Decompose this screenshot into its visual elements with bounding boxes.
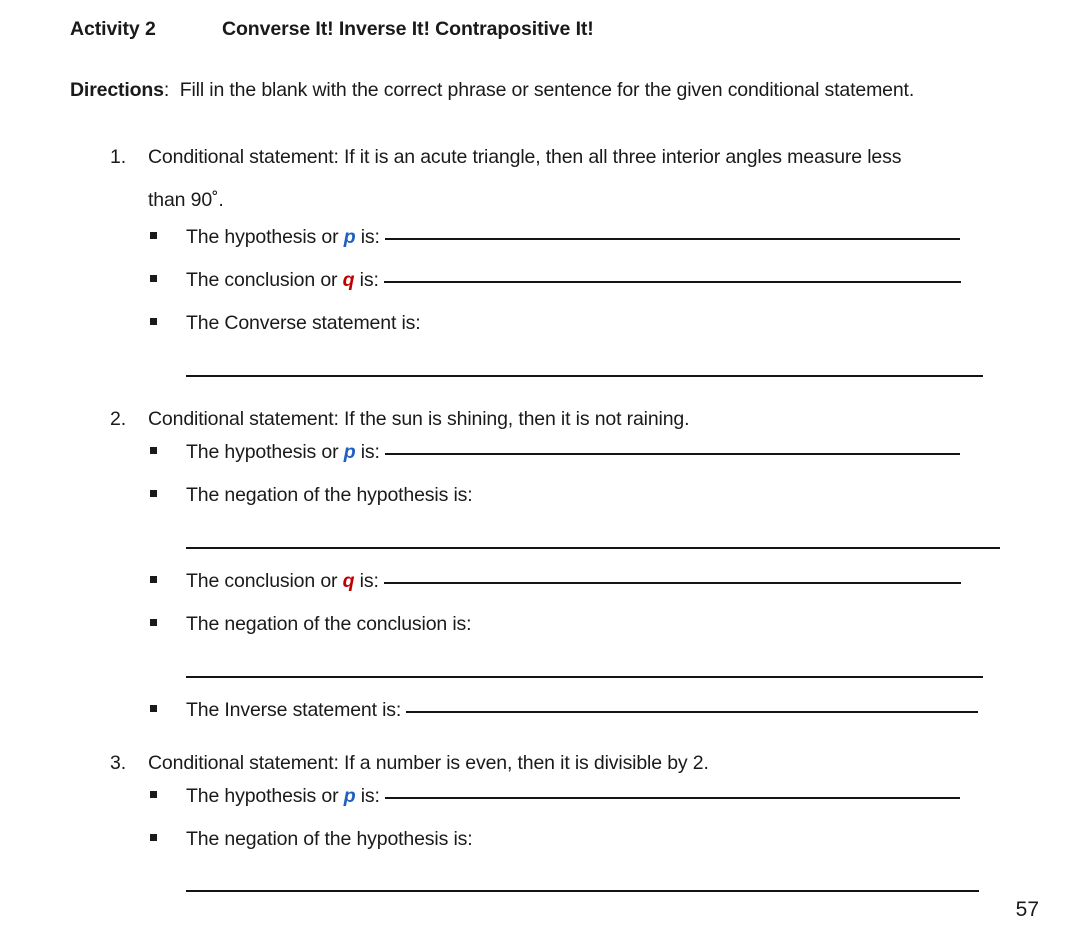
square-bullet-icon <box>150 790 186 801</box>
answer-blank[interactable] <box>383 267 961 283</box>
directions-text: Fill in the blank with the correct phras… <box>179 79 915 101</box>
bullet-label: The hypothesis or p is: <box>186 226 380 249</box>
bullet-item: The hypothesis or p is: <box>150 441 960 464</box>
answer-blank[interactable] <box>186 676 983 678</box>
bullet-label-prefix: The conclusion or <box>186 269 343 291</box>
item-number: 3. <box>110 752 126 774</box>
answer-blank[interactable] <box>186 547 1000 549</box>
square-bullet-icon <box>150 317 186 328</box>
answer-blank[interactable] <box>186 375 983 377</box>
activity-label: Activity 2 <box>70 18 156 40</box>
bullet-label-prefix: The conclusion or <box>186 570 343 592</box>
square-bullet-icon <box>150 489 186 500</box>
bullet-label: The negation of the conclusion is: <box>186 613 472 636</box>
item-first-line: 2. Conditional statement: If the sun is s… <box>110 398 1050 441</box>
item-number: 2. <box>110 408 126 430</box>
answer-blank[interactable] <box>406 697 979 713</box>
item-statement-continued: than 90˚. <box>148 189 224 211</box>
square-bullet-icon <box>150 833 186 844</box>
bullet-label: The negation of the hypothesis is: <box>186 828 473 851</box>
square-bullet-icon <box>150 618 186 629</box>
answer-blank[interactable] <box>384 224 960 240</box>
activity-heading: Activity 2 Converse It! Inverse It! Cont… <box>70 18 594 41</box>
bullet-item: The negation of the conclusion is: <box>150 613 472 636</box>
square-bullet-icon <box>150 274 186 285</box>
variable-p: p <box>343 226 356 248</box>
answer-blank[interactable] <box>383 568 961 584</box>
square-bullet-icon <box>150 575 186 586</box>
bullet-item: The negation of the hypothesis is: <box>150 484 473 507</box>
variable-q: q <box>342 269 355 291</box>
bullet-label: The hypothesis or p is: <box>186 785 380 808</box>
item-first-line: 3. Conditional statement: If a number is … <box>110 742 1050 785</box>
bullet-item: The hypothesis or p is: <box>150 226 960 249</box>
variable-p: p <box>343 441 356 463</box>
bullet-item: The conclusion or q is: <box>150 269 961 292</box>
item-statement: Conditional statement: If a number is ev… <box>148 752 709 774</box>
item-first-line: 1. Conditional statement: If it is an acu… <box>110 136 1050 179</box>
answer-blank[interactable] <box>384 439 960 455</box>
numbered-item: 2. Conditional statement: If the sun is s… <box>110 398 1050 441</box>
bullet-label-prefix: The negation of the hypothesis is: <box>186 828 473 850</box>
bullet-label-suffix: is: <box>355 785 380 807</box>
numbered-item: 1. Conditional statement: If it is an acu… <box>110 136 1050 222</box>
item-statement: Conditional statement: If the sun is shi… <box>148 408 690 430</box>
variable-p: p <box>343 785 356 807</box>
bullet-label-prefix: The negation of the hypothesis is: <box>186 484 473 506</box>
page-number: 57 <box>1015 898 1039 921</box>
bullet-label-suffix: is: <box>354 570 379 592</box>
bullet-label: The hypothesis or p is: <box>186 441 380 464</box>
bullet-label-suffix: is: <box>355 226 380 248</box>
activity-title: Converse It! Inverse It! Contrapositive … <box>222 18 594 40</box>
bullet-label: The conclusion or q is: <box>186 570 379 593</box>
bullet-label: The negation of the hypothesis is: <box>186 484 473 507</box>
bullet-item: The Converse statement is: <box>150 312 421 335</box>
bullet-label: The Converse statement is: <box>186 312 421 335</box>
bullet-label-suffix: is: <box>355 441 380 463</box>
directions-separator: : <box>163 79 170 101</box>
bullet-item: The negation of the hypothesis is: <box>150 828 473 851</box>
bullet-label-prefix: The Converse statement is: <box>186 312 421 334</box>
directions-label: Directions <box>70 79 164 101</box>
directions-line: Directions: Fill in the blank with the c… <box>70 79 914 102</box>
answer-blank[interactable] <box>384 783 960 799</box>
bullet-item: The hypothesis or p is: <box>150 785 960 808</box>
item-number: 1. <box>110 146 126 168</box>
bullet-label-prefix: The hypothesis or <box>186 441 344 463</box>
bullet-label-suffix: is: <box>354 269 379 291</box>
square-bullet-icon <box>150 446 186 457</box>
item-statement: Conditional statement: If it is an acute… <box>148 146 902 168</box>
bullet-item: The conclusion or q is: <box>150 570 961 593</box>
bullet-label-prefix: The hypothesis or <box>186 226 344 248</box>
numbered-item: 3. Conditional statement: If a number is … <box>110 742 1050 785</box>
square-bullet-icon <box>150 231 186 242</box>
bullet-label-prefix: The Inverse statement is: <box>186 699 402 721</box>
square-bullet-icon <box>150 704 186 715</box>
variable-q: q <box>342 570 355 592</box>
bullet-label-prefix: The hypothesis or <box>186 785 344 807</box>
bullet-label: The conclusion or q is: <box>186 269 379 292</box>
bullet-label-prefix: The negation of the conclusion is: <box>186 613 472 635</box>
bullet-item: The Inverse statement is: <box>150 697 979 722</box>
worksheet-page: Activity 2 Converse It! Inverse It! Cont… <box>0 0 1073 944</box>
bullet-label: The Inverse statement is: <box>186 699 401 722</box>
answer-blank[interactable] <box>186 890 979 892</box>
